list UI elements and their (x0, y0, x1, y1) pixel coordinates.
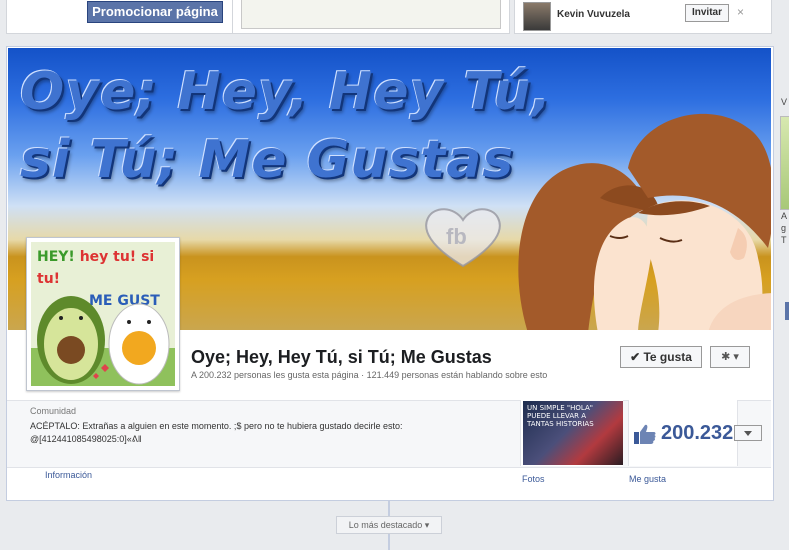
photos-thumbnail[interactable]: UN SIMPLE "HOLA" PUEDE LLEVAR A TANTAS H… (520, 400, 623, 466)
cover-title-line-1: Oye; Hey, Hey Tú, (20, 62, 553, 122)
page-title[interactable]: Oye; Hey, Hey Tú, si Tú; Me Gustas (191, 347, 492, 368)
preview-panel (232, 0, 510, 34)
photos-preview-text: UN SIMPLE "HOLA" PUEDE LLEVAR A TANTAS H… (527, 404, 594, 428)
sidebar-text-fragment: A g T (781, 211, 788, 245)
profile-picture: HEY! hey tu! si tu! ME GUST (31, 242, 175, 386)
likes-box[interactable]: 200.232 (628, 400, 738, 466)
photos-preview-image: UN SIMPLE "HOLA" PUEDE LLEVAR A TANTAS H… (523, 401, 623, 465)
gear-menu-button[interactable]: ✱ ▾ (710, 346, 750, 368)
avocado-egg-illustration (31, 296, 175, 386)
thumbs-up-icon (634, 424, 656, 444)
sidebar-ad-image[interactable] (780, 116, 789, 210)
profile-pic-hey: HEY! (37, 249, 80, 265)
likes-tab-link[interactable]: Me gusta (629, 474, 666, 484)
profile-picture-frame[interactable]: HEY! hey tu! si tu! ME GUST (26, 237, 180, 391)
close-icon[interactable]: × (737, 5, 744, 19)
sidebar-scroll-marker[interactable] (785, 302, 789, 320)
page-category: Comunidad (30, 406, 77, 416)
friend-avatar[interactable] (523, 2, 551, 31)
sidebar-heading-fragment: V (781, 97, 788, 107)
check-icon: ✔ (630, 350, 641, 364)
watermark-text: fb (446, 224, 467, 249)
liked-button[interactable]: ✔ Te gusta (620, 346, 702, 368)
photos-tab-link[interactable]: Fotos (522, 474, 545, 484)
page-stats: A 200.232 personas les gusta esta página… (191, 370, 548, 380)
promote-page-button[interactable]: Promocionar página (87, 1, 223, 23)
highlights-dropdown[interactable]: Lo más destacado ▾ (336, 516, 442, 534)
preview-image (241, 0, 501, 29)
promotion-panel: Promocionar página (6, 0, 234, 34)
chevron-down-icon (744, 431, 752, 436)
cover-title-art: Oye; Hey, Hey Tú, si Tú; Me Gustas (20, 58, 552, 194)
likes-dropdown-button[interactable] (734, 425, 762, 441)
liked-button-label: Te gusta (643, 350, 692, 364)
gear-icon: ✱ ▾ (721, 351, 739, 363)
friend-name[interactable]: Kevin Vuvuzela (557, 9, 630, 20)
likes-count: 200.232 (661, 422, 734, 444)
invite-button[interactable]: Invitar (685, 4, 729, 22)
page-description: ACÉPTALO: Extrañas a alguien en este mom… (30, 421, 403, 444)
about-tab-link[interactable]: Información (45, 470, 92, 480)
cover-title-line-2: si Tú; Me Gustas (20, 130, 515, 190)
profile-pic-hey-tu: hey tu! (79, 249, 142, 265)
invite-friend-panel: Kevin Vuvuzela Invitar × (514, 0, 772, 34)
kissing-couple-illustration (518, 114, 771, 330)
